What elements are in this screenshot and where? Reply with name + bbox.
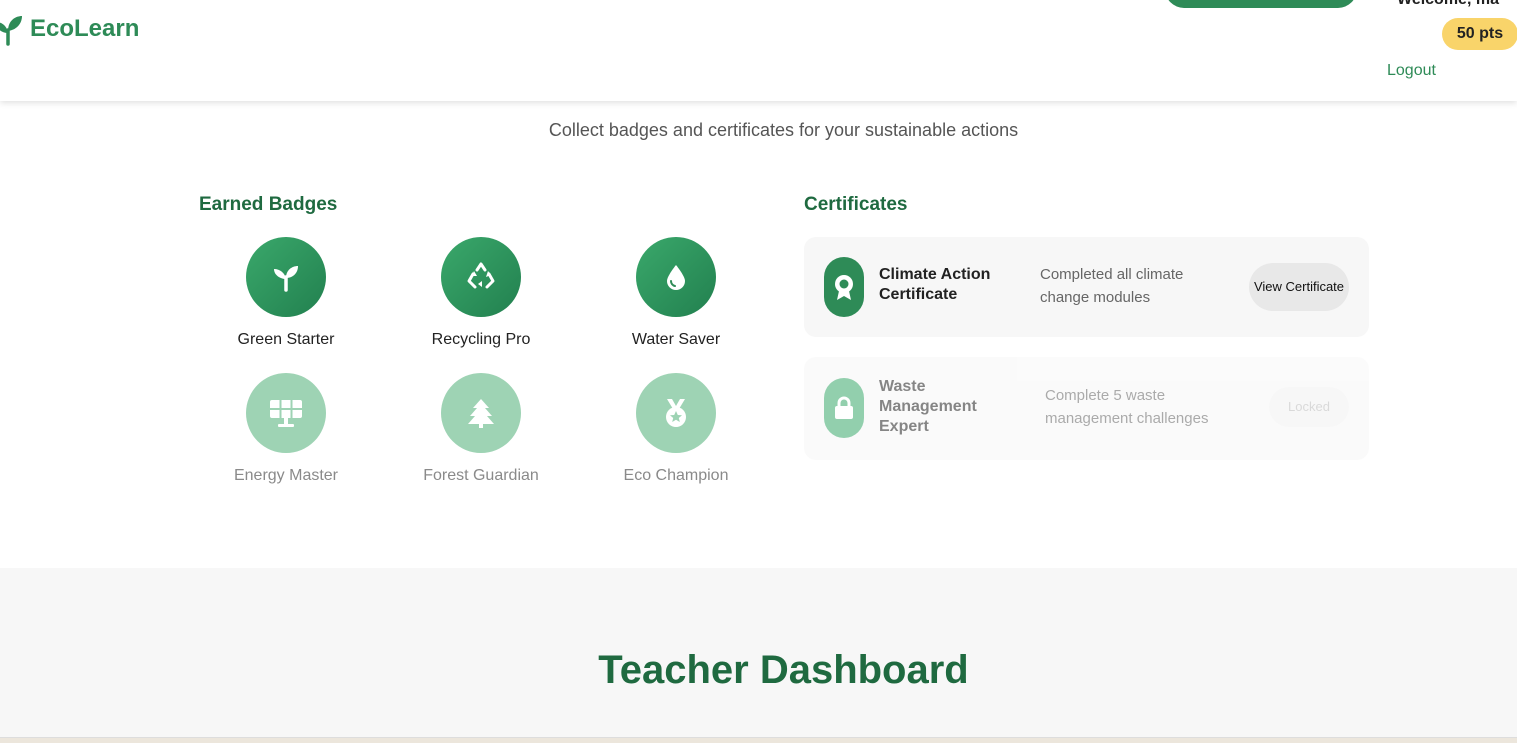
badge-label: Energy Master [233, 467, 339, 484]
badge-label: Eco Champion [623, 467, 729, 484]
cert-name: Climate Action Certificate [879, 266, 991, 303]
badge-circle [441, 237, 521, 317]
certificate-card-climate-action: Climate Action Certificate Completed all… [804, 237, 1369, 337]
recycle-icon [467, 262, 495, 289]
badge-circle [636, 373, 716, 453]
badge-circle [246, 373, 326, 453]
badge-label: Forest Guardian [423, 467, 539, 484]
cert-icon-wrapper [824, 378, 864, 438]
badge-circle [246, 237, 326, 317]
badge-label: Water Saver [631, 331, 721, 348]
logout-link[interactable]: Logout [1387, 62, 1436, 80]
badge-circle [441, 373, 521, 453]
page-subtitle: Collect badges and certificates for your… [548, 120, 1019, 140]
cert-description: Completed all climate change modules [1040, 266, 1184, 306]
medal-icon [666, 399, 686, 427]
water-drop-icon [667, 265, 685, 290]
badge-forest-guardian[interactable]: Forest Guardian [406, 373, 556, 485]
teacher-dashboard-title: Teacher Dashboard [598, 648, 969, 692]
teacher-dashboard-section: Teacher Dashboard [0, 568, 1517, 743]
badge-water-saver[interactable]: Water Saver [601, 237, 751, 349]
cert-description: Complete 5 waste management challenges [1045, 387, 1209, 427]
welcome-text: Welcome, ma [1397, 0, 1499, 9]
header-action-button[interactable] [1165, 0, 1357, 8]
section-divider [0, 737, 1517, 743]
badge-green-starter[interactable]: Green Starter [211, 237, 361, 349]
badge-circle [636, 237, 716, 317]
certificates-heading: Certificates [804, 194, 908, 215]
badge-eco-champion[interactable]: Eco Champion [601, 373, 751, 485]
locked-certificate-button: Locked [1269, 387, 1349, 427]
top-header: EcoLearn Welcome, ma 50 pts Logout [0, 0, 1517, 101]
solar-panel-icon [270, 400, 302, 427]
badge-recycling-pro[interactable]: Recycling Pro [406, 237, 556, 349]
certificate-card-waste-management: Waste Management Expert Complete 5 waste… [804, 357, 1369, 460]
award-icon [835, 275, 853, 300]
badge-label: Green Starter [237, 331, 335, 348]
lock-icon [835, 396, 853, 419]
view-certificate-button[interactable]: View Certificate [1249, 263, 1349, 311]
points-badge: 50 pts [1442, 18, 1517, 50]
brand-logo[interactable]: EcoLearn [0, 12, 139, 46]
badge-energy-master[interactable]: Energy Master [211, 373, 361, 485]
leaf-logo-icon [0, 16, 22, 46]
sprout-icon [274, 266, 298, 292]
badge-label: Recycling Pro [431, 331, 531, 348]
brand-name: EcoLearn [30, 15, 140, 42]
tree-icon [468, 399, 494, 428]
cert-icon-wrapper [824, 257, 864, 317]
cert-name: Waste Management Expert [879, 378, 977, 435]
earned-badges-heading: Earned Badges [199, 194, 338, 215]
